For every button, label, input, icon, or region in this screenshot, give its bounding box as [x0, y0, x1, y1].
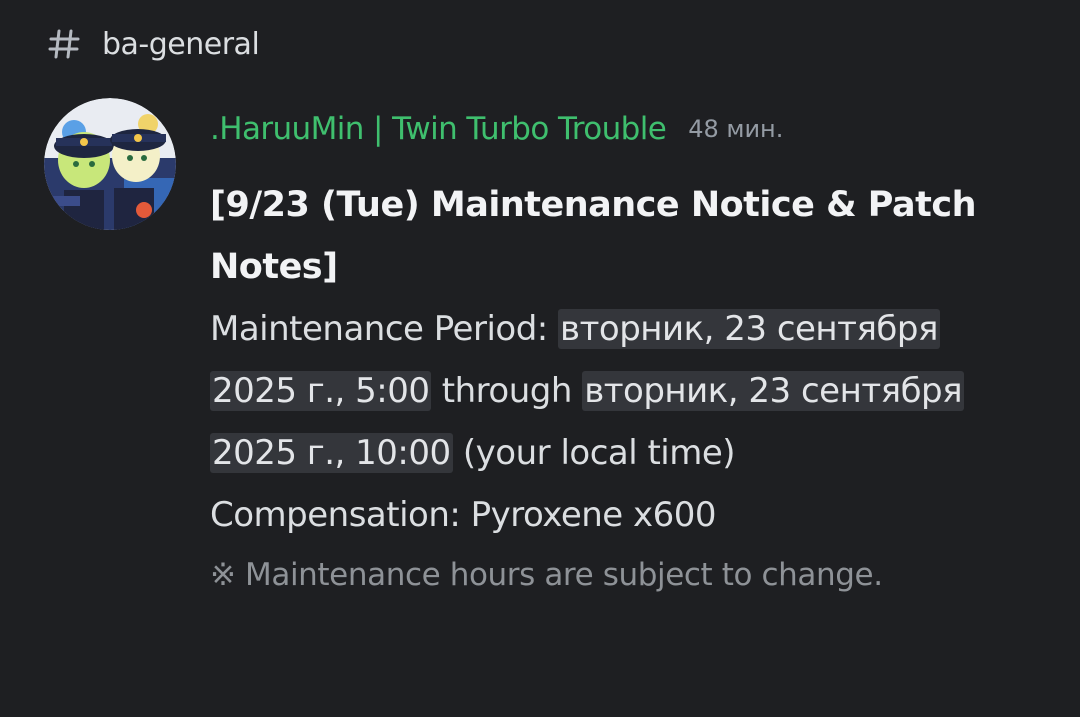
channel-name: ba-general [102, 26, 260, 62]
message-header: .HaruuMin | Twin Turbo Trouble 48 мин. [210, 98, 1000, 160]
avatar[interactable] [44, 98, 176, 230]
period-label: Maintenance Period: [210, 309, 559, 349]
message-title: [9/23 (Tue) Maintenance Notice & Patch N… [210, 185, 977, 287]
channel-header[interactable]: ba-general [46, 22, 260, 66]
period-suffix: (your local time) [452, 433, 736, 473]
author-name[interactable]: .HaruuMin | Twin Turbo Trouble [210, 111, 667, 147]
compensation-line: Compensation: Pyroxene x600 [210, 495, 717, 535]
maintenance-period: Maintenance Period: вторник, 23 сентября… [210, 298, 1000, 484]
maintenance-note: ※ Maintenance hours are subject to chang… [210, 557, 883, 593]
message-body: .HaruuMin | Twin Turbo Trouble 48 мин. [… [210, 98, 1000, 604]
message-timestamp[interactable]: 48 мин. [688, 115, 783, 143]
period-through: through [431, 371, 583, 411]
hash-icon [46, 26, 82, 62]
